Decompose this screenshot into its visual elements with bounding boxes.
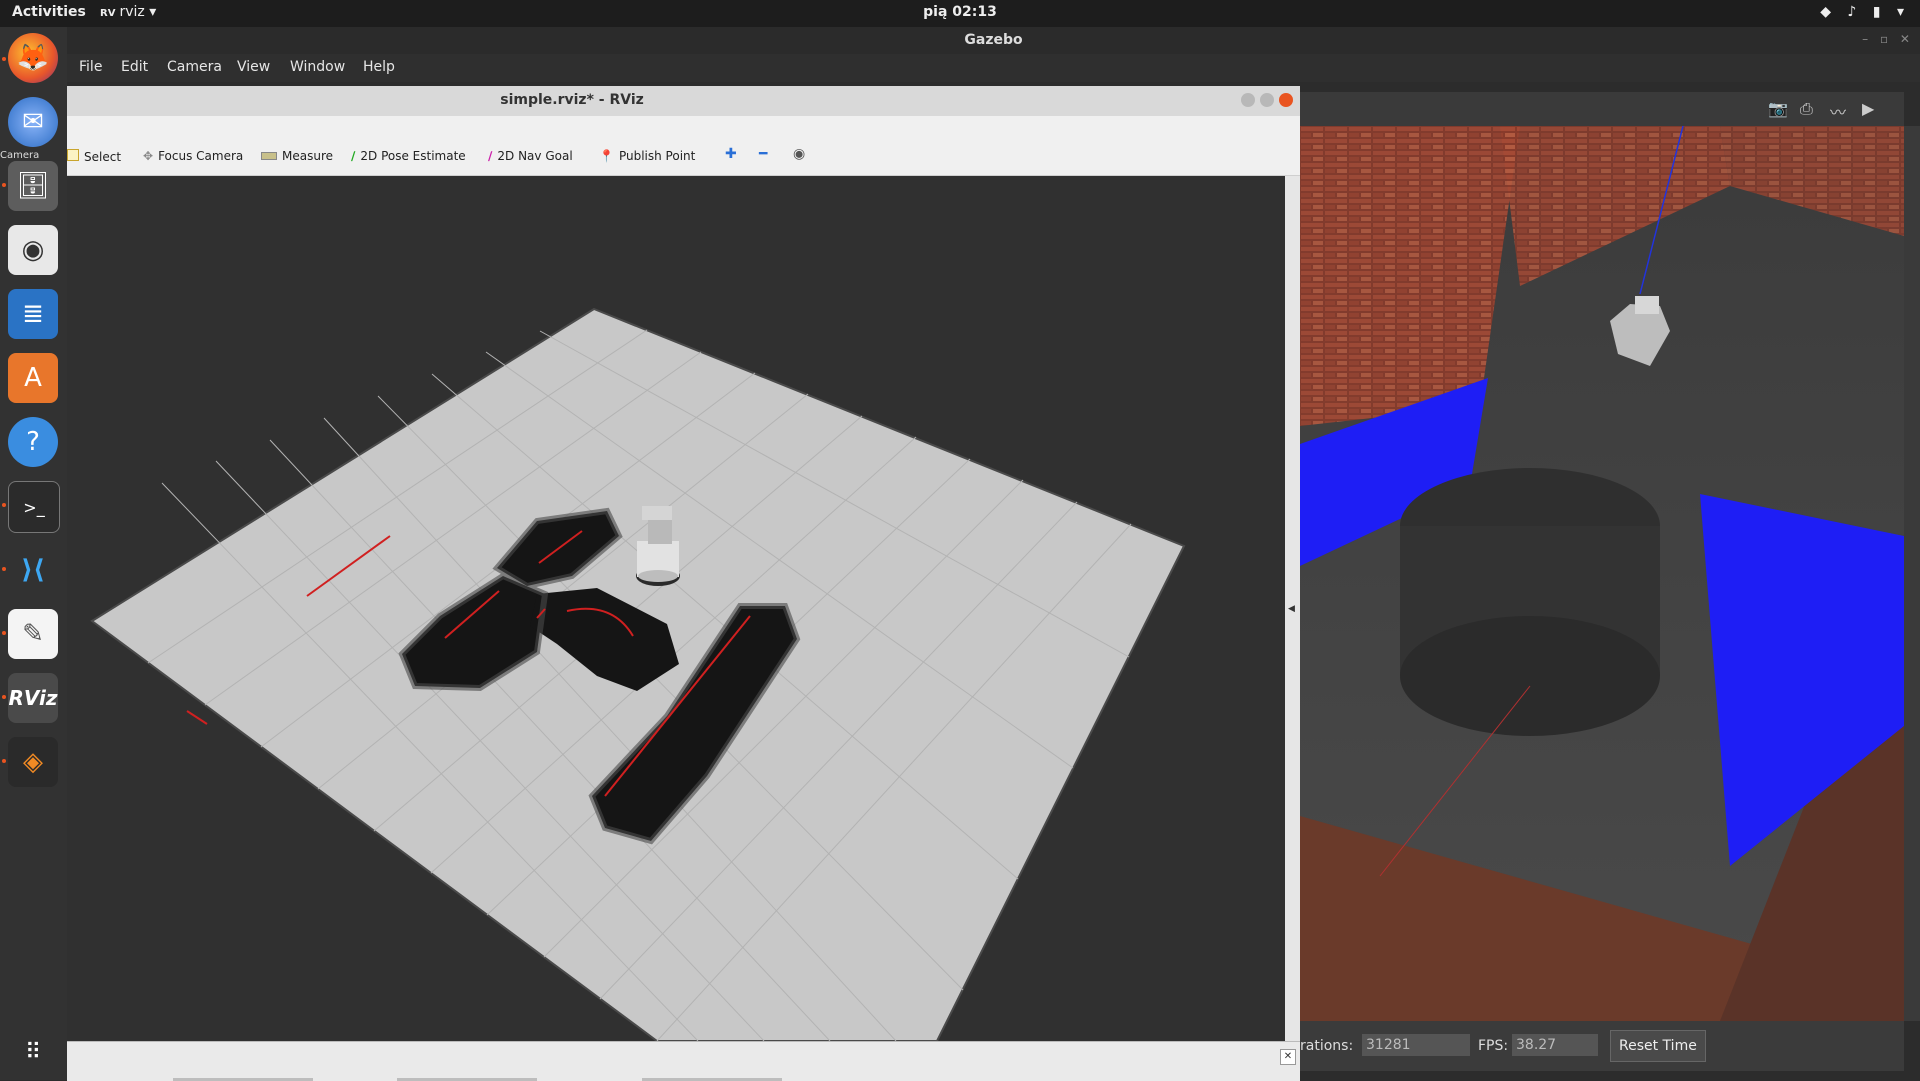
- iterations-label: rations:: [1300, 1038, 1354, 1054]
- activities-button[interactable]: Activities: [12, 4, 86, 20]
- log-icon[interactable]: ⎙: [1800, 99, 1813, 119]
- add-tool-icon[interactable]: ✚: [725, 146, 737, 162]
- menu-camera[interactable]: Camera: [167, 59, 222, 75]
- rviz-menubar-area: [67, 116, 1300, 138]
- gazebo-titlebar[interactable]: Gazebo – ▫ ✕: [67, 27, 1920, 54]
- running-indicator: [2, 183, 6, 187]
- text-editor-icon[interactable]: ✎: [8, 609, 58, 659]
- menu-help[interactable]: Help: [363, 59, 395, 75]
- clock[interactable]: pią 02:13: [0, 4, 1920, 20]
- app-menu[interactable]: RV rviz ▾: [100, 4, 156, 20]
- system-tray[interactable]: ◆ ♪ ▮ ▾: [1820, 4, 1910, 20]
- screenshot-icon[interactable]: 📷: [1768, 99, 1788, 118]
- menu-window[interactable]: Window: [290, 59, 345, 75]
- gazebo-scene-render: [1300, 126, 1904, 1021]
- tool-publish-point[interactable]: 📍 Publish Point: [599, 149, 695, 163]
- publish-point-icon: 📍: [599, 149, 614, 163]
- running-indicator: [2, 57, 6, 61]
- dock: 🦊 ✉ Camera 🗄 ◉ ≣ A ? >_ ⟩⟨ ✎ RViz ◈ ⠿: [0, 27, 67, 1080]
- running-indicator: [2, 503, 6, 507]
- measure-icon: [261, 152, 277, 160]
- reset-time-button[interactable]: Reset Time: [1610, 1030, 1706, 1062]
- thunderbird-icon[interactable]: ✉: [8, 97, 58, 147]
- tool-focus-camera-label: Focus Camera: [158, 149, 244, 163]
- window-controls[interactable]: – ▫ ✕: [1862, 32, 1914, 46]
- rviz-small-icon: RV: [100, 8, 116, 19]
- tool-pose-label: 2D Pose Estimate: [360, 149, 466, 163]
- rviz-titlebar[interactable]: simple.rviz* - RViz: [67, 86, 1300, 117]
- close-icon[interactable]: [1279, 93, 1293, 107]
- running-indicator: [2, 695, 6, 699]
- gazebo-3d-view[interactable]: [1300, 126, 1904, 1021]
- menu-view[interactable]: View: [237, 59, 270, 75]
- rviz-icon[interactable]: RViz: [8, 673, 58, 723]
- iterations-field: 31281: [1362, 1034, 1470, 1056]
- time-panel-close-icon[interactable]: ✕: [1280, 1049, 1296, 1065]
- rviz-3d-view[interactable]: [67, 176, 1285, 1041]
- rviz-dock-label: RViz: [8, 686, 58, 710]
- tool-focus-camera[interactable]: ✥ Focus Camera: [143, 149, 243, 163]
- chevron-down-icon: ▾: [149, 4, 157, 20]
- focus-camera-icon: ✥: [143, 149, 154, 163]
- minimize-icon[interactable]: [1241, 93, 1255, 107]
- remove-tool-icon[interactable]: ━: [759, 146, 767, 162]
- video-icon[interactable]: ▶: [1862, 99, 1874, 118]
- pose-estimate-icon: ∕: [351, 149, 356, 163]
- terminal-icon[interactable]: >_: [8, 481, 60, 533]
- app-menu-label: rviz: [119, 4, 145, 20]
- gazebo-icon[interactable]: ◈: [8, 737, 58, 787]
- gazebo-status-bar: rations: 31281 FPS: 38.27 Reset Time: [1300, 1021, 1904, 1071]
- tool-select-label: Select: [84, 150, 122, 164]
- tool-select[interactable]: Select: [67, 149, 121, 164]
- dock-tooltip: Camera: [0, 150, 40, 161]
- plot-icon[interactable]: 〰: [1830, 99, 1846, 123]
- gazebo-window-title: Gazebo: [964, 32, 1023, 48]
- rviz-panel-splitter[interactable]: ◀: [1285, 176, 1300, 1041]
- nav-goal-icon: ∕: [488, 149, 493, 163]
- running-indicator: [2, 631, 6, 635]
- select-icon: [67, 149, 79, 161]
- menu-edit[interactable]: Edit: [121, 59, 148, 75]
- rviz-scene-render: [67, 176, 1285, 1041]
- rviz-window-title: simple.rviz* - RViz: [500, 92, 644, 108]
- maximize-icon[interactable]: [1260, 93, 1274, 107]
- writer-icon[interactable]: ≣: [8, 289, 58, 339]
- files-icon[interactable]: 🗄: [8, 161, 58, 211]
- show-apps-icon[interactable]: ⠿: [8, 1027, 58, 1077]
- gazebo-menubar: File Edit Camera View Window Help: [67, 54, 1920, 82]
- vscode-icon[interactable]: ⟩⟨: [8, 545, 58, 595]
- rhythmbox-icon[interactable]: ◉: [8, 225, 58, 275]
- firefox-icon[interactable]: 🦊: [8, 33, 58, 83]
- rviz-time-panel: ✕: [67, 1041, 1300, 1081]
- help-icon[interactable]: ?: [8, 417, 58, 467]
- running-indicator: [2, 567, 6, 571]
- tool-publish-point-label: Publish Point: [618, 149, 696, 163]
- collapse-arrow-icon[interactable]: ◀: [1288, 604, 1295, 614]
- gazebo-side-panel-handle[interactable]: [1904, 126, 1920, 1021]
- software-icon[interactable]: A: [8, 353, 58, 403]
- view-options-icon[interactable]: ◉: [793, 146, 805, 162]
- gazebo-toolbar: 📷 ⎙ 〰 ▶: [1300, 92, 1904, 126]
- rviz-toolbar: Select ✥ Focus Camera Measure ∕ 2D Pose Es…: [67, 138, 1300, 176]
- tool-2d-pose-estimate[interactable]: ∕ 2D Pose Estimate: [351, 149, 466, 163]
- tool-measure-label: Measure: [282, 149, 333, 163]
- tool-2d-nav-goal[interactable]: ∕ 2D Nav Goal: [488, 149, 573, 163]
- running-indicator: [2, 759, 6, 763]
- top-bar: Activities RV rviz ▾ pią 02:13 ◆ ♪ ▮ ▾: [0, 0, 1920, 27]
- tool-nav-goal-label: 2D Nav Goal: [497, 149, 573, 163]
- menu-file[interactable]: File: [79, 59, 102, 75]
- tool-measure[interactable]: Measure: [261, 149, 333, 163]
- fps-field: 38.27: [1512, 1034, 1598, 1056]
- fps-label: FPS:: [1478, 1038, 1509, 1054]
